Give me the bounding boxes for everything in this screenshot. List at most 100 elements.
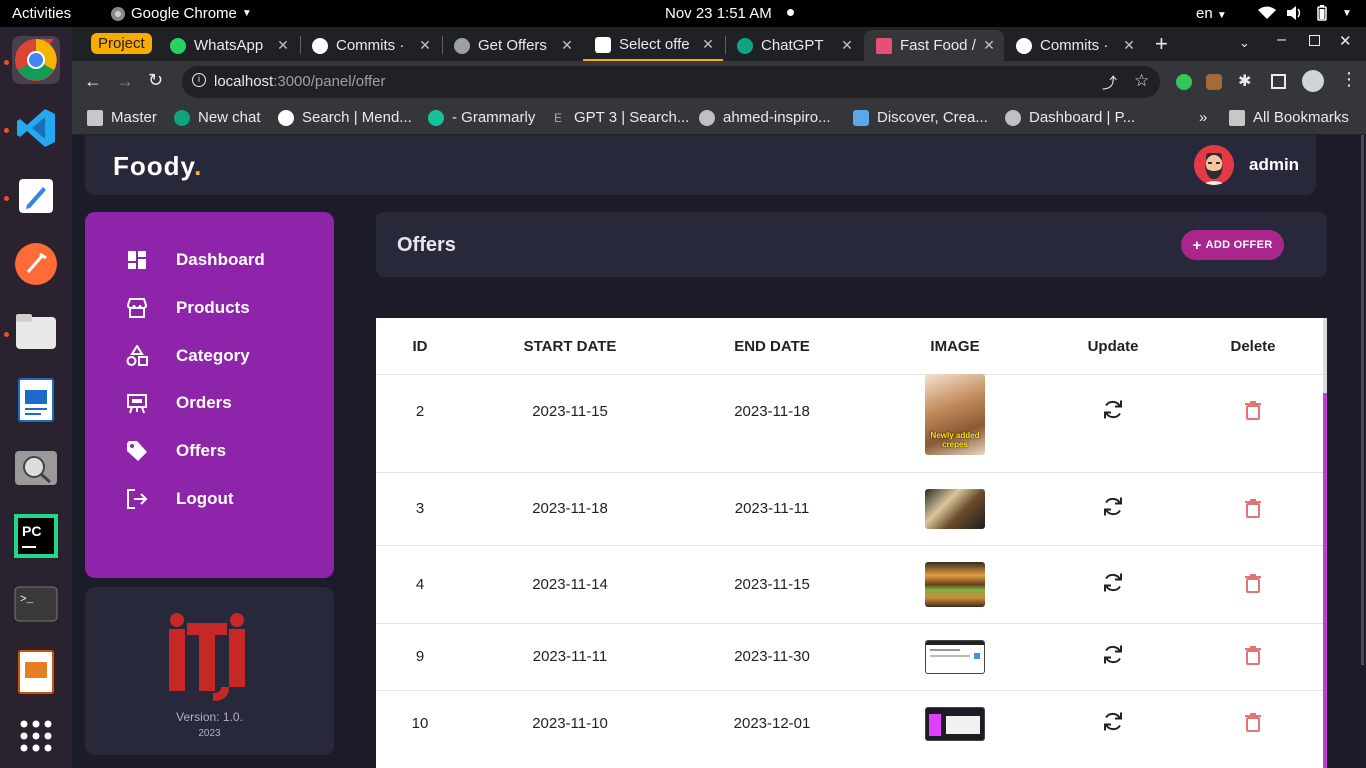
sidebar-item-offers[interactable]: Offers: [125, 431, 325, 471]
pycharm-dock-icon[interactable]: PC: [12, 512, 60, 560]
close-icon[interactable]: ✕: [1120, 37, 1138, 54]
tab-commits[interactable]: Commits · ✕: [300, 30, 440, 61]
sidebar-item-category[interactable]: Category: [125, 336, 325, 376]
all-bookmarks-button[interactable]: All Bookmarks: [1229, 109, 1349, 126]
sidebar-item-dashboard[interactable]: Dashboard: [125, 240, 325, 280]
cell-end-date: 2023-12-01: [733, 715, 811, 732]
user-name[interactable]: admin: [1249, 155, 1299, 175]
vscode-dock-icon[interactable]: [12, 104, 60, 152]
text-editor-dock-icon[interactable]: [12, 172, 60, 220]
tab-commits-2[interactable]: Commits · ✕: [1004, 30, 1144, 61]
reload-icon[interactable]: ↻: [148, 70, 163, 91]
close-icon[interactable]: ✕: [980, 37, 998, 54]
bookmark-label: Discover, Crea...: [877, 109, 988, 126]
bookmark-discover[interactable]: Discover, Crea...: [853, 109, 988, 126]
refresh-icon[interactable]: [1101, 710, 1125, 739]
trash-icon[interactable]: [1245, 401, 1261, 425]
bookmarks-overflow-button[interactable]: »: [1199, 109, 1207, 126]
refresh-icon[interactable]: [1101, 398, 1125, 427]
refresh-icon[interactable]: [1101, 495, 1125, 524]
bookmark-dashboard[interactable]: Dashboard | P...: [1005, 109, 1135, 126]
battery-icon[interactable]: [1317, 5, 1327, 21]
extension-grammarly-icon[interactable]: [1176, 74, 1192, 90]
chatgpt-icon: [737, 37, 753, 54]
bookmark-label: Search | Mend...: [302, 109, 412, 126]
tab-get-offers[interactable]: Get Offers ✕: [442, 30, 582, 61]
trash-icon[interactable]: [1245, 646, 1261, 670]
extension-spy-icon[interactable]: [1206, 74, 1222, 90]
tab-whatsapp[interactable]: WhatsApp ✕: [158, 30, 298, 61]
bookmark-master[interactable]: Master: [87, 109, 157, 126]
table-scrollbar-track[interactable]: [1323, 318, 1327, 393]
bookmark-new-chat[interactable]: New chat: [174, 109, 261, 126]
a-letter-icon: [595, 36, 611, 53]
terminal-dock-icon[interactable]: >_: [12, 580, 60, 628]
forward-arrow-icon[interactable]: →: [116, 71, 134, 92]
side-panel-icon[interactable]: [1271, 74, 1286, 89]
iti-logo-icon: [169, 613, 245, 701]
row-divider: [376, 690, 1323, 691]
avatar[interactable]: [1194, 145, 1234, 185]
minimize-icon[interactable]: –: [1277, 31, 1286, 49]
chrome-dock-icon[interactable]: [12, 36, 60, 84]
trash-icon[interactable]: [1245, 574, 1261, 598]
writer-dock-icon[interactable]: [12, 376, 60, 424]
bookmark-gpt3[interactable]: E GPT 3 | Search...: [550, 109, 689, 126]
app-menu[interactable]: Google Chrome ▼: [110, 5, 252, 22]
maximize-icon[interactable]: [1309, 35, 1320, 46]
new-tab-plus-icon[interactable]: +: [1155, 31, 1168, 57]
activities-button[interactable]: Activities: [12, 5, 71, 22]
wifi-icon[interactable]: [1258, 6, 1276, 20]
address-bar[interactable]: i localhost:3000/panel/offer ⤴ ☆: [182, 66, 1160, 98]
profile-avatar-icon[interactable]: [1302, 70, 1324, 92]
close-icon[interactable]: ✕: [416, 37, 434, 54]
close-icon[interactable]: ✕: [838, 37, 856, 54]
kebab-menu-icon[interactable]: ⋮: [1340, 69, 1358, 90]
cell-start-date: 2023-11-18: [532, 500, 608, 517]
tab-select-offer[interactable]: Select offe ✕: [583, 30, 723, 61]
postman-dock-icon[interactable]: [12, 240, 60, 288]
back-arrow-icon[interactable]: ←: [84, 71, 102, 92]
sidebar-item-products[interactable]: Products: [125, 288, 325, 328]
cell-id: 2: [415, 403, 425, 420]
trash-icon[interactable]: [1245, 499, 1261, 523]
bookmark-ahmed-inspiron[interactable]: ahmed-inspiro...: [699, 109, 831, 126]
refresh-icon[interactable]: [1101, 571, 1125, 600]
app-grid-dock-icon[interactable]: [12, 712, 60, 760]
add-offer-button[interactable]: + ADD OFFER: [1181, 230, 1284, 260]
impress-dock-icon[interactable]: [12, 648, 60, 696]
bookmark-grammarly[interactable]: - Grammarly: [428, 109, 535, 126]
sidebar-item-logout[interactable]: Logout: [125, 479, 325, 519]
language-indicator[interactable]: en ▼: [1196, 5, 1227, 22]
extensions-puzzle-icon[interactable]: ✱: [1238, 71, 1251, 91]
close-icon[interactable]: ✕: [558, 37, 576, 54]
page-scrollbar[interactable]: [1361, 135, 1364, 665]
header-divider: [376, 374, 1323, 375]
table-scrollbar[interactable]: [1323, 393, 1327, 768]
magnifier-icon: [15, 451, 57, 485]
close-icon[interactable]: ✕: [699, 36, 717, 53]
tab-fast-food[interactable]: Fast Food / ✕: [864, 30, 1004, 61]
close-window-icon[interactable]: ✕: [1339, 32, 1352, 50]
column-header-start-date: START DATE: [523, 338, 617, 355]
cell-start-date: 2023-11-14: [532, 576, 608, 593]
files-dock-icon[interactable]: [12, 308, 60, 356]
offer-thumbnail: [925, 640, 985, 674]
tab-search-chevron-icon[interactable]: ⌄: [1239, 35, 1250, 51]
refresh-icon[interactable]: [1101, 643, 1125, 672]
tab-chatgpt[interactable]: ChatGPT ✕: [725, 30, 862, 61]
site-info-icon[interactable]: i: [192, 73, 206, 87]
brand-logo[interactable]: Foody.: [113, 151, 202, 182]
share-icon[interactable]: ⤴: [1102, 72, 1117, 93]
image-viewer-dock-icon[interactable]: [12, 444, 60, 492]
bookmark-mendeley[interactable]: Search | Mend...: [278, 109, 412, 126]
close-icon[interactable]: ✕: [274, 37, 292, 54]
clock[interactable]: Nov 23 1:51 AM: [665, 5, 772, 22]
bookmark-star-icon[interactable]: ☆: [1134, 71, 1149, 91]
sidebar-item-orders[interactable]: Orders: [125, 383, 325, 423]
tab-group-project[interactable]: Project: [91, 33, 152, 54]
trash-icon[interactable]: [1245, 713, 1261, 737]
volume-icon[interactable]: [1287, 6, 1303, 20]
tab-label: Commits ·: [1040, 37, 1109, 54]
system-menu-chevron-icon[interactable]: ▼: [1342, 8, 1352, 19]
